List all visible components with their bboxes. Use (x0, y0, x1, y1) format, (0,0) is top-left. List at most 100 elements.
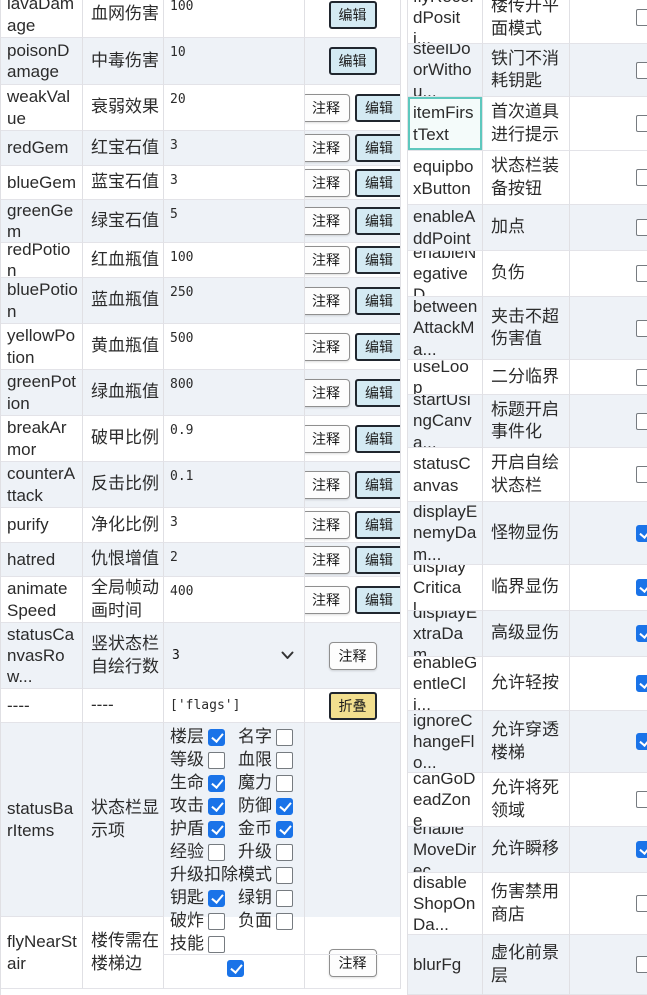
flag-checkbox[interactable] (636, 169, 647, 186)
edit-button[interactable]: 编辑 (355, 246, 401, 274)
value-cell[interactable]: 500 (164, 324, 305, 370)
comment-button[interactable]: 注释 (305, 471, 350, 499)
value-cell[interactable]: 800 (164, 370, 305, 416)
flag-checkbox[interactable] (636, 791, 647, 808)
edit-button[interactable]: 编辑 (355, 471, 401, 499)
key-cell[interactable]: redPotion (1, 243, 83, 278)
key-cell[interactable]: displayCritical... (408, 565, 483, 611)
flag-checkbox[interactable] (636, 265, 647, 282)
value-checkbox[interactable] (227, 960, 244, 977)
key-cell[interactable]: purify (1, 508, 83, 543)
key-cell[interactable]: ---- (1, 689, 83, 723)
comment-button[interactable]: 注释 (329, 642, 377, 670)
edit-button[interactable]: 编辑 (355, 425, 401, 453)
flag-checkbox[interactable] (636, 675, 647, 692)
edit-button[interactable]: 编辑 (355, 134, 401, 162)
flag-checkbox[interactable] (208, 890, 225, 907)
key-cell[interactable]: statusBarItems (1, 723, 83, 917)
edit-button[interactable]: 编辑 (355, 546, 401, 574)
comment-button[interactable]: 注释 (305, 246, 350, 274)
key-cell[interactable]: useLoop (408, 360, 483, 395)
flag-checkbox[interactable] (276, 844, 293, 861)
comment-button[interactable]: 注释 (305, 94, 350, 122)
flag-checkbox[interactable] (208, 729, 225, 746)
flag-checkbox[interactable] (636, 895, 647, 912)
comment-button[interactable]: 注释 (305, 546, 350, 574)
value-cell[interactable]: 3 (164, 166, 305, 200)
key-cell[interactable]: disableShopOnDa... (408, 873, 483, 935)
key-cell[interactable]: canGoDeadZone (408, 773, 483, 827)
comment-button[interactable]: 注释 (305, 586, 350, 614)
value-cell[interactable]: 3 (164, 131, 305, 166)
flag-checkbox[interactable] (208, 752, 225, 769)
value-cell[interactable]: 5 (164, 200, 305, 243)
key-cell[interactable]: greenPotion (1, 370, 83, 416)
flag-checkbox[interactable] (636, 579, 647, 596)
flag-checkbox[interactable] (276, 752, 293, 769)
edit-button[interactable]: 编辑 (329, 1, 377, 29)
key-cell[interactable]: breakArmor (1, 416, 83, 462)
key-cell[interactable]: displayEnemyDam... (408, 502, 483, 565)
key-cell[interactable]: animateSpeed (1, 577, 83, 623)
key-cell[interactable]: ignoreChangeFlo... (408, 711, 483, 773)
key-cell[interactable]: poisonDamage (1, 38, 83, 85)
key-cell[interactable]: enableAddPoint (408, 205, 483, 251)
comment-button[interactable]: 注释 (305, 511, 350, 539)
flag-checkbox[interactable] (636, 115, 647, 132)
flag-checkbox[interactable] (636, 733, 647, 750)
value-cell[interactable]: 400 (164, 577, 305, 623)
comment-button[interactable]: 注释 (305, 134, 350, 162)
value-cell[interactable]: 楼层名字等级血限生命魔力攻击防御护盾金币经验升级升级扣除模式钥匙绿钥破炸负面技能 (164, 723, 305, 917)
value-cell[interactable]: 100 (164, 243, 305, 278)
value-cell[interactable]: 10 (164, 38, 305, 85)
flag-checkbox[interactable] (208, 936, 225, 953)
value-cell[interactable]: 20 (164, 85, 305, 131)
value-cell[interactable]: 3 (164, 623, 305, 689)
comment-button[interactable]: 注释 (305, 425, 350, 453)
key-cell[interactable]: lavaDamage (1, 0, 83, 38)
edit-button[interactable]: 编辑 (355, 287, 401, 315)
key-cell[interactable]: enableGentleCli... (408, 657, 483, 711)
key-cell[interactable]: flyRecordPositi... (408, 0, 483, 44)
value-cell[interactable]: 3 (164, 508, 305, 543)
flag-checkbox[interactable] (636, 219, 647, 236)
value-cell[interactable]: 0.9 (164, 416, 305, 462)
flag-checkbox[interactable] (636, 320, 647, 337)
flag-checkbox[interactable] (636, 413, 647, 430)
flag-checkbox[interactable] (276, 867, 293, 884)
key-cell[interactable]: betweenAttackMa... (408, 297, 483, 360)
flag-checkbox[interactable] (276, 798, 293, 815)
key-cell[interactable]: enableMoveDirec... (408, 827, 483, 873)
flag-checkbox[interactable] (636, 9, 647, 26)
flag-checkbox[interactable] (276, 913, 293, 930)
key-cell[interactable]: hatred (1, 543, 83, 577)
value-cell[interactable]: 250 (164, 278, 305, 324)
flag-checkbox[interactable] (636, 62, 647, 79)
fold-button[interactable]: 折叠 (329, 692, 377, 720)
key-cell[interactable]: equipboxButton (408, 151, 483, 205)
flag-checkbox[interactable] (208, 798, 225, 815)
key-cell[interactable]: startUsingCanva... (408, 395, 483, 448)
flag-checkbox[interactable] (208, 913, 225, 930)
value-cell[interactable]: ['flags'] (164, 689, 305, 723)
key-cell[interactable]: counterAttack (1, 462, 83, 508)
key-cell[interactable]: enableNegativeD... (408, 251, 483, 297)
edit-button[interactable]: 编辑 (355, 94, 401, 122)
flag-checkbox[interactable] (636, 625, 647, 642)
edit-button[interactable]: 编辑 (355, 333, 401, 361)
value-cell[interactable]: 0.1 (164, 462, 305, 508)
value-cell[interactable]: 100 (164, 0, 305, 38)
key-cell[interactable]: statusCanvasRow... (1, 623, 83, 689)
flag-checkbox[interactable] (636, 956, 647, 973)
value-cell[interactable]: 2 (164, 543, 305, 577)
comment-button[interactable]: 注释 (305, 333, 350, 361)
key-cell[interactable]: blurFg (408, 935, 483, 995)
flag-checkbox[interactable] (208, 821, 225, 838)
key-cell[interactable]: greenGem (1, 200, 83, 243)
flag-checkbox[interactable] (276, 729, 293, 746)
flag-checkbox[interactable] (208, 844, 225, 861)
key-cell[interactable]: weakValue (1, 85, 83, 131)
flag-checkbox[interactable] (636, 841, 647, 858)
flag-checkbox[interactable] (276, 821, 293, 838)
key-cell[interactable]: itemFirstText (408, 97, 483, 151)
